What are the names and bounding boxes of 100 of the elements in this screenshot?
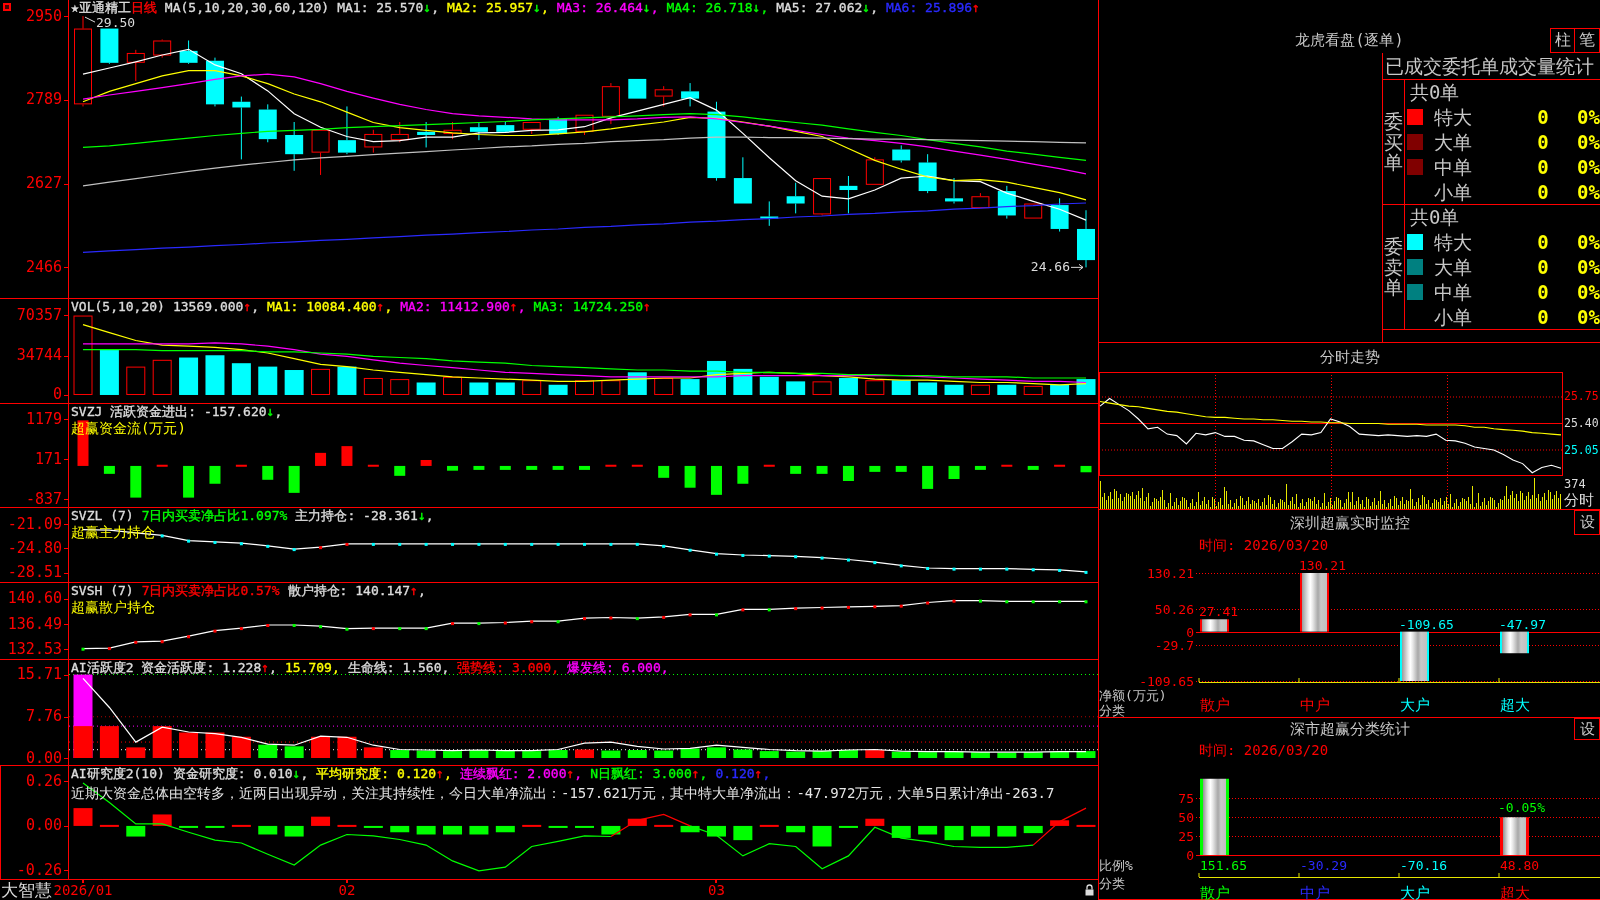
axis-label: 136.49 bbox=[7, 616, 62, 632]
timestamp: 时间: 2026/03/20 bbox=[1199, 536, 1329, 553]
volume-bar bbox=[284, 370, 304, 395]
high-price-label: 29.50 bbox=[84, 15, 136, 31]
legend-text: 资金研究度: 0.010↓, bbox=[172, 766, 309, 782]
legend-text: MA2: 11412.900↑, bbox=[400, 299, 526, 315]
order-total: 共0单 bbox=[1410, 206, 1460, 228]
fund-flow-bar bbox=[605, 464, 617, 467]
research-bar bbox=[654, 824, 674, 827]
research-bar bbox=[838, 825, 858, 828]
research-bar bbox=[205, 825, 225, 828]
activity-bar bbox=[99, 726, 119, 758]
volume-bar bbox=[1076, 379, 1096, 395]
view-toggle-button[interactable]: 笔 bbox=[1575, 28, 1600, 53]
volume-bar bbox=[179, 357, 199, 395]
fund-flow-bar bbox=[367, 464, 379, 467]
axis-label: 0.26 bbox=[25, 773, 62, 789]
research-bar bbox=[522, 824, 542, 827]
axis-label: 70357 bbox=[16, 307, 62, 323]
panel-title: 分时走势 bbox=[1319, 348, 1380, 367]
research-bar bbox=[865, 818, 885, 826]
date-label: 03 bbox=[708, 883, 725, 898]
activity-bar bbox=[575, 749, 594, 758]
fund-flow-bar bbox=[526, 465, 538, 470]
axis-label: 7.76 bbox=[25, 709, 62, 725]
chart-bar bbox=[1500, 817, 1529, 855]
candlestick bbox=[1024, 203, 1043, 220]
fund-flow-bar bbox=[948, 465, 960, 479]
candlestick bbox=[997, 185, 1016, 220]
fund-flow-bar bbox=[1001, 464, 1013, 467]
axis-label: 171 bbox=[34, 451, 62, 467]
candlestick bbox=[1077, 209, 1095, 268]
axis-title: 净额(万元) bbox=[1099, 688, 1167, 703]
annotation: 24.66 bbox=[1030, 259, 1070, 275]
bar-value-label: -109.65 bbox=[1399, 616, 1454, 632]
legend-text: MA2: 25.957↓, bbox=[446, 0, 549, 16]
volume-bar bbox=[99, 349, 119, 395]
research-bar bbox=[1050, 820, 1070, 826]
research-bar bbox=[99, 824, 119, 827]
lock-icon[interactable] bbox=[1085, 884, 1094, 896]
activity-bar bbox=[654, 750, 674, 758]
research-bar bbox=[258, 825, 278, 835]
volume-bar bbox=[1050, 384, 1070, 395]
fund-flow-bar bbox=[684, 465, 696, 488]
activity-bar bbox=[311, 736, 331, 758]
axis-title: 分时 bbox=[1564, 492, 1594, 508]
panel-title: 深市超赢分类统计 bbox=[1289, 720, 1410, 739]
legend-text: 主力持仓: -28.361↓, bbox=[295, 508, 434, 524]
panel-title: 深圳超赢实时监控 bbox=[1289, 513, 1410, 533]
axis-label: 25 bbox=[1178, 829, 1194, 844]
research-bar bbox=[495, 825, 515, 833]
order-share: 0% bbox=[1577, 255, 1600, 278]
settings-button[interactable]: 设 bbox=[1574, 510, 1600, 535]
legend-text: 连续飘红: 2.000↑, bbox=[459, 766, 583, 782]
axis-label: -21.09 bbox=[7, 516, 62, 532]
fund-flow-bar bbox=[394, 465, 406, 476]
category-label: 超大 bbox=[1500, 696, 1530, 714]
fund-flow-bar bbox=[737, 465, 749, 484]
order-type: 特大 bbox=[1434, 230, 1472, 253]
research-bar bbox=[997, 825, 1017, 837]
candlestick bbox=[100, 28, 119, 65]
candlestick bbox=[918, 153, 937, 194]
volume-bar bbox=[786, 381, 806, 395]
group-label: 委买单 bbox=[1384, 110, 1403, 174]
volume-bar bbox=[733, 368, 753, 395]
order-type: 大单 bbox=[1434, 130, 1472, 153]
view-toggle-button[interactable]: 柱 bbox=[1550, 28, 1575, 53]
research-bar bbox=[73, 808, 93, 826]
settings-button[interactable]: 设 bbox=[1574, 718, 1600, 740]
axis-label: 0 bbox=[1186, 625, 1194, 640]
order-share: 0% bbox=[1577, 280, 1600, 303]
square-icon bbox=[3, 3, 11, 11]
activity-bar bbox=[337, 736, 357, 758]
fund-flow-bar bbox=[315, 452, 327, 466]
activity-bar bbox=[416, 750, 436, 758]
category-label: 大户 bbox=[1400, 696, 1430, 714]
indicator-title: 超赢散户持仓 bbox=[71, 599, 155, 615]
fund-flow-bar bbox=[658, 465, 670, 478]
research-bar bbox=[1076, 824, 1096, 827]
axis-label: 25.75 bbox=[1564, 390, 1599, 404]
amount-label: 48.80 bbox=[1500, 858, 1540, 873]
volume-bar bbox=[152, 359, 172, 395]
candlestick bbox=[417, 121, 436, 148]
activity-bar bbox=[363, 747, 383, 758]
volume-bar bbox=[495, 382, 515, 395]
volume-bar bbox=[548, 384, 568, 395]
research-bar bbox=[891, 825, 911, 838]
activity-bar bbox=[891, 751, 911, 758]
activity-bar bbox=[443, 751, 463, 758]
research-bar bbox=[284, 825, 304, 837]
candlestick bbox=[839, 175, 858, 214]
research-bar bbox=[627, 818, 647, 826]
category-label: 中户 bbox=[1300, 696, 1330, 714]
panel-title: 龙虎看盘(逐单) bbox=[1295, 31, 1404, 50]
fund-flow-bar bbox=[1027, 465, 1039, 470]
amount-label: 151.65 bbox=[1200, 858, 1247, 873]
axis-label: -0.26 bbox=[16, 862, 62, 878]
order-share: 0% bbox=[1577, 305, 1600, 328]
legend-text: MA1: 10084.400↑, bbox=[267, 299, 393, 315]
order-count: 0 bbox=[1537, 155, 1549, 178]
